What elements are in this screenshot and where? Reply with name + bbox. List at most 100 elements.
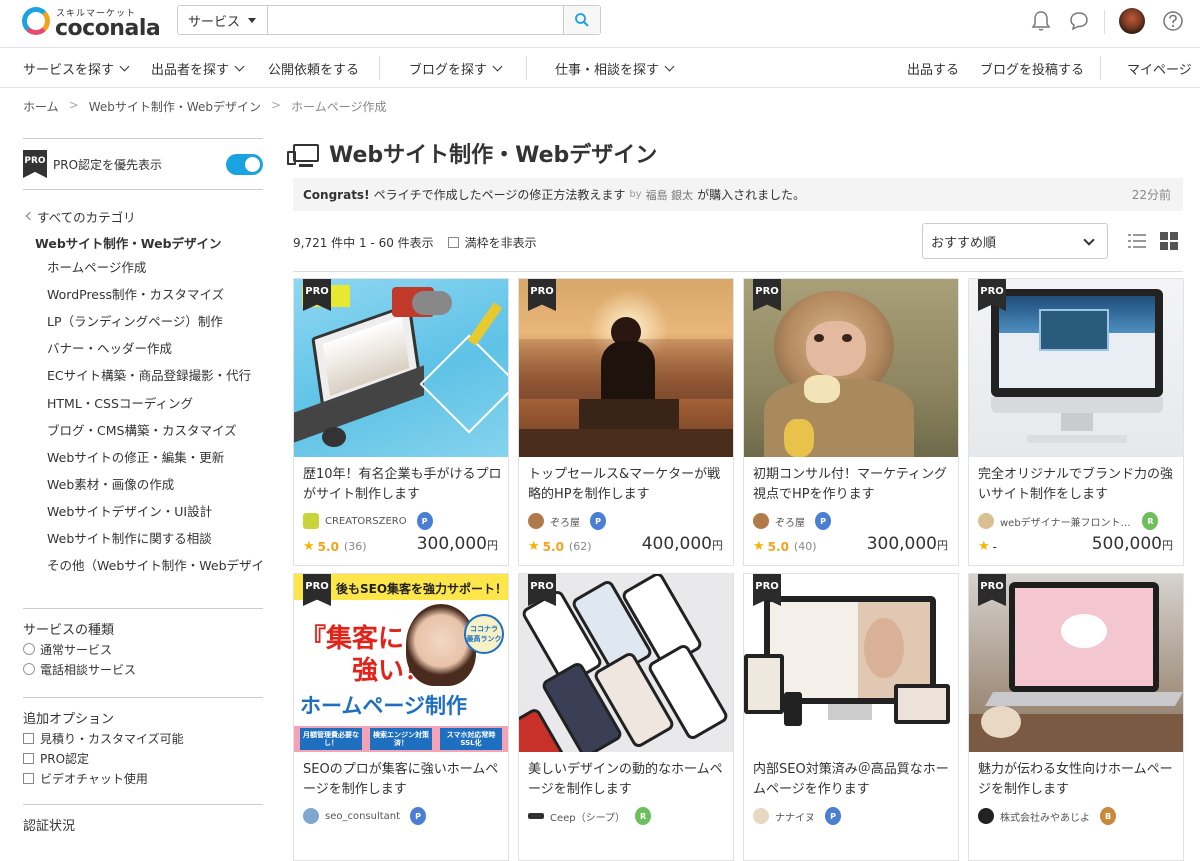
seller-name: ナナイヌ [775,812,815,824]
nav-find-blogs[interactable]: ブログを探す [409,48,503,88]
seller-info[interactable]: Ceep（シープ） R [528,807,728,825]
grid-view-icon[interactable] [1159,231,1179,251]
search-button[interactable] [563,6,600,34]
sort-select[interactable]: おすすめ順 [922,223,1108,259]
nav-find-sellers[interactable]: 出品者を探す [151,48,245,88]
nav-label: ブログを投稿する [980,62,1085,78]
subcategory-item[interactable]: その他（Webサイト制作・Webデザイン [47,551,263,578]
seller-info[interactable]: CREATORSZERO P [303,512,503,530]
user-menu-button[interactable] [1118,8,1146,34]
pro-priority-toggle[interactable] [226,154,263,175]
seller-info[interactable]: ぞろ屋 P [528,512,728,530]
search-input[interactable] [268,6,563,34]
hide-full-toggle[interactable]: 満枠を非表示 [447,234,537,251]
banner-headline: 後もSEO集客を強力サポート！ [336,582,508,596]
service-title[interactable]: 歴10年！有名企業も手がけるプロがサイト制作します [303,465,503,505]
checkbox[interactable] [23,772,34,784]
price-unit: 円 [1162,539,1173,552]
option-estimate[interactable]: 見積り・カスタマイズ可能 [23,728,263,748]
caret-down-icon [248,17,257,23]
rating: ★ 5.0 (36) [303,539,367,554]
nav-divider [526,56,527,80]
rank-badge-icon: P [825,807,841,825]
subcategory-item[interactable]: HTML・CSSコーディング [47,388,263,415]
nav-post-request[interactable]: 公開依頼をする [268,48,359,88]
seller-avatar [978,513,994,529]
chevron-down-icon [234,61,245,71]
current-category[interactable]: Webサイト制作・Webデザイン [35,233,263,253]
radio-button[interactable] [23,663,35,675]
nav-label: 出品する [907,62,960,78]
nav-sell[interactable]: 出品する [907,48,959,88]
breadcrumb-category[interactable]: Webサイト制作・Webデザイン [89,98,261,115]
congrats-service[interactable]: ペライチで作成したページの修正方法教えます [374,186,626,203]
rating: ★ - [978,539,997,554]
service-title[interactable]: 美しいデザインの動的なホームページを制作します [528,760,728,800]
subcategory-item[interactable]: Web素材・画像の作成 [47,470,263,497]
checkbox[interactable] [23,732,34,744]
nav-find-services[interactable]: サービスを探す [23,48,130,88]
help-button[interactable] [1160,8,1186,34]
notification-button[interactable] [1028,8,1054,34]
list-view-icon[interactable] [1127,231,1147,251]
seller-info[interactable]: seo_consultant P [303,807,503,825]
service-type-option[interactable]: 電話相談サービス [23,659,263,679]
radio-button[interactable] [23,643,35,655]
nav-find-jobs[interactable]: 仕事・相談を探す [555,48,675,88]
service-card[interactable]: PRO 歴10年！有名企業も手がけるプロがサイト制作します CREATORSZE… [293,278,509,566]
divider [293,271,1183,272]
service-card[interactable]: PRO 魅力が伝わる女性向けホームページを制作します 株式会社みやあじよ B [968,573,1184,861]
subcategory-item[interactable]: Webサイト制作に関する相談 [47,524,263,551]
service-card[interactable]: PRO 初期コンサル付！マーケティング視点でHPを作ります ぞろ屋 P ★ 5.0(… [743,278,959,566]
service-card[interactable]: PRO トップセールス&マーケターが戦略的HPを制作します ぞろ屋 P ★ 5.0(… [518,278,734,566]
subcategory-item[interactable]: Webサイトの修正・編集・更新 [47,443,263,470]
purchase-notice: Congrats! ペライチで作成したページの修正方法教えます by 福島 銀太… [293,178,1183,211]
checkbox[interactable] [447,236,459,248]
nav-post-blog[interactable]: ブログを投稿する [980,48,1084,88]
nav-mypage[interactable]: マイページ [1127,48,1192,88]
service-title[interactable]: 初期コンサル付！マーケティング視点でHPを作ります [753,465,953,505]
chevron-down-icon [119,61,130,71]
search-category-select[interactable]: サービス [178,6,268,34]
service-title[interactable]: SEOのプロが集客に強いホームページを制作します [303,760,503,800]
subcategory-item[interactable]: バナー・ヘッダー作成 [47,334,263,361]
rank-badge-icon: B [1100,807,1116,825]
option-video-chat[interactable]: ビデオチャット使用 [23,768,263,788]
option-pro[interactable]: PRO認定 [23,748,263,768]
service-title[interactable]: 魅力が伝わる女性向けホームページを制作します [978,760,1178,800]
breadcrumb-home[interactable]: ホーム [23,98,59,115]
seller-info[interactable]: ナナイヌ P [753,807,953,825]
subcategory-item[interactable]: ホームページ作成 [47,253,263,280]
service-title[interactable]: 完全オリジナルでブランド力の強いサイト制作をします [978,465,1178,505]
nav-label: 仕事・相談を探す [555,62,660,78]
service-card[interactable]: 後もSEO集客を強力サポート！ 『集客に 強い！』 ココナラ 最高ランク ホームペ… [293,573,509,861]
rank-badge-icon: R [1142,512,1159,530]
service-card[interactable]: PRO 完全オリジナルでブランド力の強いサイト制作をします webデザイナー兼フ… [968,278,1184,566]
subcategory-item[interactable]: ECサイト構築・商品登録撮影・代行 [47,361,263,388]
subcategory-item[interactable]: Webサイトデザイン・UI設計 [47,497,263,524]
pro-priority-label: PRO認定を優先表示 [53,157,163,172]
service-title[interactable]: トップセールス&マーケターが戦略的HPを制作します [528,465,728,505]
coconala-logo[interactable]: スキルマーケット coconala [22,5,162,43]
seller-avatar [978,808,994,824]
checkbox[interactable] [23,752,34,764]
seller-info[interactable]: 株式会社みやあじよ B [978,807,1178,825]
service-title[interactable]: 内部SEO対策済み＠高品質なホームページを作ります [753,760,953,800]
subcategory-item[interactable]: WordPress制作・カスタマイズ [47,280,263,307]
all-categories-link[interactable]: すべてのカテゴリ [23,206,263,226]
divider [23,697,263,698]
seller-name: webデザイナー兼フロント… [1000,517,1131,529]
subcategory-item[interactable]: LP（ランディングページ）制作 [47,307,263,334]
breadcrumb-current: ホームページ作成 [291,100,387,114]
service-type-title: サービスの種類 [23,623,115,638]
rank-badge-text: ココナラ [470,625,498,633]
service-type-option[interactable]: 通常サービス [23,639,263,659]
seller-info[interactable]: ぞろ屋 P [753,512,953,530]
seller-info[interactable]: webデザイナー兼フロント… R [978,512,1178,530]
subcategory-item[interactable]: ブログ・CMS構築・カスタマイズ [47,416,263,443]
service-card[interactable]: PRO 内部SEO対策済み＠高品質なホームページを作ります ナナイヌ P [743,573,959,861]
star-icon: ★ [978,539,990,554]
message-button[interactable] [1066,8,1092,34]
sort-value: おすすめ順 [931,235,997,251]
service-card[interactable]: PRO 美しいデザインの動的なホームページを制作します Ceep（シープ） R [518,573,734,861]
